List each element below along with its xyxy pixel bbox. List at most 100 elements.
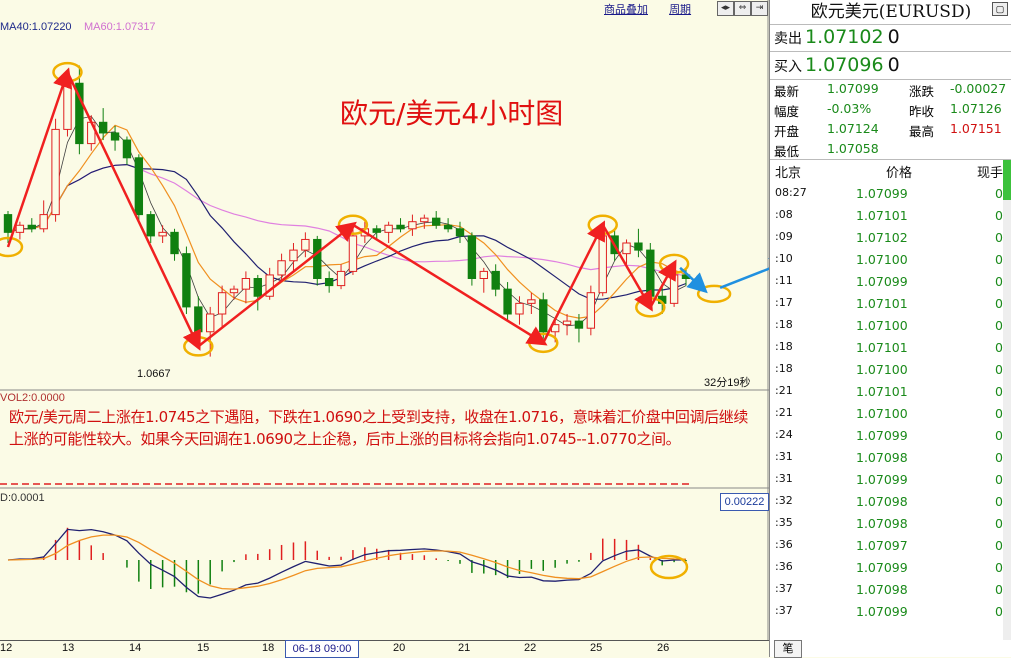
- tick-price: 1.07099: [856, 604, 908, 619]
- tick-volume: 0: [995, 494, 1003, 509]
- tick-price: 1.07098: [856, 494, 908, 509]
- x-tick-label: 15: [197, 642, 210, 654]
- tick-volume: 0: [995, 318, 1003, 333]
- tab-ticks[interactable]: 笔: [774, 640, 802, 658]
- stat-label: 涨跌: [909, 84, 935, 99]
- low-price-label: 1.0667: [137, 368, 171, 380]
- scrollbar[interactable]: [1003, 160, 1011, 640]
- candle: [348, 235, 358, 272]
- x-tick-label: 25: [590, 642, 603, 654]
- tick-row: :21 1.07100 0: [770, 403, 1005, 425]
- candle: [277, 260, 286, 276]
- candle: [229, 288, 239, 294]
- candle: [324, 278, 334, 287]
- tick-price: 1.07101: [856, 208, 908, 223]
- candle: [15, 224, 25, 233]
- candle: [51, 128, 60, 216]
- trend-arrow: [352, 223, 548, 346]
- stat-value: 1.07124: [827, 121, 879, 136]
- tick-time: :24: [775, 428, 793, 441]
- candle: [491, 270, 500, 290]
- tick-volume: 0: [995, 362, 1003, 377]
- tick-row: :36 1.07099 0: [770, 557, 1005, 579]
- candle: [313, 238, 322, 279]
- tick-time: :17: [775, 296, 793, 309]
- tick-price: 1.07101: [856, 296, 908, 311]
- tick-row: :17 1.07101 0: [770, 293, 1005, 315]
- x-axis-line: [0, 640, 769, 641]
- nav-expand-icon[interactable]: ⇔: [734, 1, 751, 16]
- period-link[interactable]: 周期: [669, 4, 691, 16]
- nav-fit-icon[interactable]: ⇥: [751, 1, 768, 16]
- tick-price: 1.07098: [856, 516, 908, 531]
- tick-time: :10: [775, 252, 793, 265]
- tick-time: :09: [775, 230, 793, 243]
- ma10-line: [7, 115, 687, 327]
- tick-price: 1.07100: [856, 318, 908, 333]
- tick-price: 1.07100: [856, 252, 908, 267]
- candle: [586, 292, 596, 329]
- candle: [634, 242, 643, 251]
- cursor-date-box: 06-18 09:00: [285, 640, 359, 658]
- stat-value: 1.07151: [950, 121, 1002, 136]
- candle: [98, 121, 108, 134]
- tick-time: 08:27: [775, 186, 807, 199]
- tick-volume: 0: [995, 428, 1003, 443]
- candle: [503, 288, 512, 315]
- candle: [110, 132, 120, 141]
- stat-label: 最低: [774, 144, 800, 159]
- stat-label: 开盘: [774, 124, 800, 139]
- tick-price: 1.07099: [856, 560, 908, 575]
- candle: [27, 224, 36, 230]
- tick-row: 08:27 1.07099 0: [770, 183, 1005, 205]
- candle: [598, 235, 607, 294]
- top-toolbar: 商品叠加 周期: [604, 1, 709, 17]
- stat-label: 幅度: [774, 104, 800, 119]
- tick-time: :31: [775, 450, 793, 463]
- nav-left-icon[interactable]: ◂▸: [717, 1, 734, 16]
- candle: [396, 224, 405, 230]
- tick-price: 1.07100: [856, 362, 908, 377]
- tick-row: :08 1.07101 0: [770, 205, 1005, 227]
- tick-volume: 0: [995, 340, 1003, 355]
- candle: [384, 224, 393, 233]
- tick-list[interactable]: 08:27 1.07099 0:08 1.07101 0:09 1.07102 0:10 1.…: [770, 183, 1005, 623]
- tick-price: 1.07101: [856, 340, 908, 355]
- tick-volume: 0: [995, 472, 1003, 487]
- tick-time: :37: [775, 582, 793, 595]
- tick-price: 1.07099: [856, 428, 908, 443]
- tick-time: :37: [775, 604, 793, 617]
- tick-time: :18: [775, 318, 793, 331]
- x-tick-label: 13: [62, 642, 75, 654]
- trend-arrow: [66, 71, 201, 351]
- scroll-thumb[interactable]: [1003, 160, 1011, 200]
- x-tick-label: 14: [129, 642, 142, 654]
- tick-volume: 0: [995, 450, 1003, 465]
- tick-row: :21 1.07101 0: [770, 381, 1005, 403]
- ticks-price-header: 价格: [886, 165, 913, 180]
- sell-volume: 0: [887, 26, 900, 48]
- tick-volume: 0: [995, 296, 1003, 311]
- overlay-link[interactable]: 商品叠加: [604, 4, 648, 16]
- candle: [467, 235, 477, 279]
- candle: [562, 320, 572, 326]
- sell-label: 卖出: [774, 31, 802, 47]
- chart-pane[interactable]: 商品叠加 周期 ◂▸ ⇔ ⇥ MA40:1.07220 MA60:1.07317…: [0, 0, 769, 658]
- tick-volume: 0: [995, 274, 1003, 289]
- tick-volume: 0: [995, 516, 1003, 531]
- close-icon[interactable]: ▢: [992, 2, 1008, 16]
- tick-row: :10 1.07100 0: [770, 249, 1005, 271]
- tick-volume: 0: [995, 230, 1003, 245]
- ticks-vol-header: 现手: [977, 165, 1004, 180]
- tick-price: 1.07099: [856, 472, 908, 487]
- ticks-time-header: 北京: [775, 165, 802, 180]
- buy-price: 1.07096: [805, 54, 884, 76]
- tick-row: :18 1.07100 0: [770, 315, 1005, 337]
- candle: [289, 249, 298, 262]
- tick-time: :21: [775, 384, 793, 397]
- candle: [39, 214, 48, 230]
- candle: [515, 302, 524, 315]
- candle: [372, 228, 381, 233]
- stat-value: -0.00027: [950, 81, 1007, 96]
- candle: [301, 238, 310, 251]
